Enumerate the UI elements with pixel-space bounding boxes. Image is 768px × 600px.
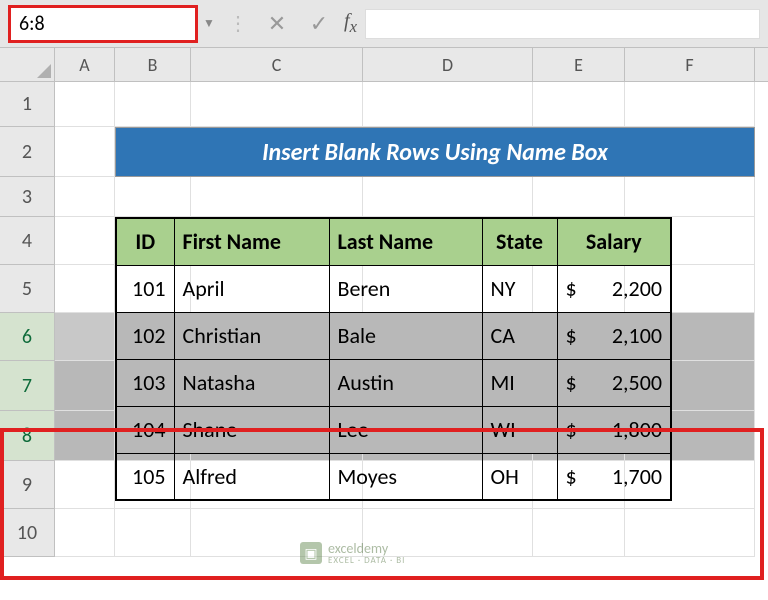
table-row[interactable]: 104ShaneLeeWI$1,800 [116, 406, 671, 453]
grid[interactable]: 1 2 3 4 5 6 7 8 9 10 Insert Blank Rows U… [0, 82, 768, 557]
row-header-7[interactable]: 7 [0, 361, 55, 411]
fx-icon[interactable]: fx [344, 10, 357, 37]
cell-state[interactable]: MI [482, 359, 557, 406]
th-salary[interactable]: Salary [557, 218, 671, 265]
cell-id[interactable]: 102 [116, 312, 174, 359]
table-row[interactable]: 103NatashaAustinMI$2,500 [116, 359, 671, 406]
worksheet: A B C D E F 1 2 3 4 5 6 7 8 9 10 Insert … [0, 48, 768, 557]
cell-salary[interactable]: $1,800 [557, 406, 671, 453]
name-box[interactable]: 6:8 [8, 5, 198, 43]
cell-salary[interactable]: $2,100 [557, 312, 671, 359]
cell-state[interactable]: OH [482, 453, 557, 500]
cell-state[interactable]: NY [482, 265, 557, 312]
row-header-1[interactable]: 1 [0, 82, 55, 127]
row-header-4[interactable]: 4 [0, 217, 55, 265]
row-header-9[interactable]: 9 [0, 461, 55, 509]
th-state[interactable]: State [482, 218, 557, 265]
cell-state[interactable]: CA [482, 312, 557, 359]
row-header-3[interactable]: 3 [0, 177, 55, 217]
col-header-B[interactable]: B [115, 48, 191, 81]
watermark: ▣ exceldemy EXCEL · DATA · BI [300, 540, 405, 566]
cell-first-name[interactable]: Shane [174, 406, 329, 453]
cell-id[interactable]: 105 [116, 453, 174, 500]
cell-last-name[interactable]: Austin [329, 359, 482, 406]
watermark-tagline: EXCEL · DATA · BI [328, 555, 405, 566]
row-header-2[interactable]: 2 [0, 127, 55, 177]
row-header-5[interactable]: 5 [0, 265, 55, 313]
data-table: ID First Name Last Name State Salary 101… [115, 217, 672, 501]
select-all-corner[interactable] [0, 48, 55, 82]
divider-icon: ⋮ [228, 11, 248, 36]
row-header-6[interactable]: 6 [0, 313, 55, 361]
col-header-D[interactable]: D [363, 48, 533, 81]
name-box-dropdown-icon[interactable]: ▼ [198, 16, 220, 31]
table-row[interactable]: 105AlfredMoyesOH$1,700 [116, 453, 671, 500]
cell-salary[interactable]: $2,200 [557, 265, 671, 312]
cell-first-name[interactable]: Alfred [174, 453, 329, 500]
cell-last-name[interactable]: Lee [329, 406, 482, 453]
page-title: Insert Blank Rows Using Name Box [115, 127, 755, 177]
th-id[interactable]: ID [116, 218, 174, 265]
col-header-A[interactable]: A [55, 48, 115, 81]
cancel-icon[interactable]: ✕ [256, 9, 298, 39]
enter-icon[interactable]: ✓ [298, 9, 340, 39]
cell-id[interactable]: 101 [116, 265, 174, 312]
col-header-C[interactable]: C [191, 48, 363, 81]
cell-last-name[interactable]: Bale [329, 312, 482, 359]
cell-id[interactable]: 103 [116, 359, 174, 406]
cell-last-name[interactable]: Moyes [329, 453, 482, 500]
formula-input[interactable] [365, 9, 760, 39]
col-header-E[interactable]: E [533, 48, 625, 81]
formula-bar: 6:8 ▼ ⋮ ✕ ✓ fx [0, 0, 768, 48]
row-header-10[interactable]: 10 [0, 509, 55, 557]
cell-first-name[interactable]: Christian [174, 312, 329, 359]
cell-salary[interactable]: $2,500 [557, 359, 671, 406]
name-box-value: 6:8 [19, 12, 45, 36]
cell-id[interactable]: 104 [116, 406, 174, 453]
cell-last-name[interactable]: Beren [329, 265, 482, 312]
cell-salary[interactable]: $1,700 [557, 453, 671, 500]
table-row[interactable]: 102ChristianBaleCA$2,100 [116, 312, 671, 359]
watermark-logo-icon: ▣ [300, 542, 322, 564]
cell-first-name[interactable]: Natasha [174, 359, 329, 406]
th-first-name[interactable]: First Name [174, 218, 329, 265]
th-last-name[interactable]: Last Name [329, 218, 482, 265]
col-header-F[interactable]: F [625, 48, 755, 81]
column-headers: A B C D E F [55, 48, 768, 82]
row-header-8[interactable]: 8 [0, 411, 55, 461]
table-row[interactable]: 101AprilBerenNY$2,200 [116, 265, 671, 312]
table-header-row: ID First Name Last Name State Salary [116, 218, 671, 265]
cell-state[interactable]: WI [482, 406, 557, 453]
cell-first-name[interactable]: April [174, 265, 329, 312]
